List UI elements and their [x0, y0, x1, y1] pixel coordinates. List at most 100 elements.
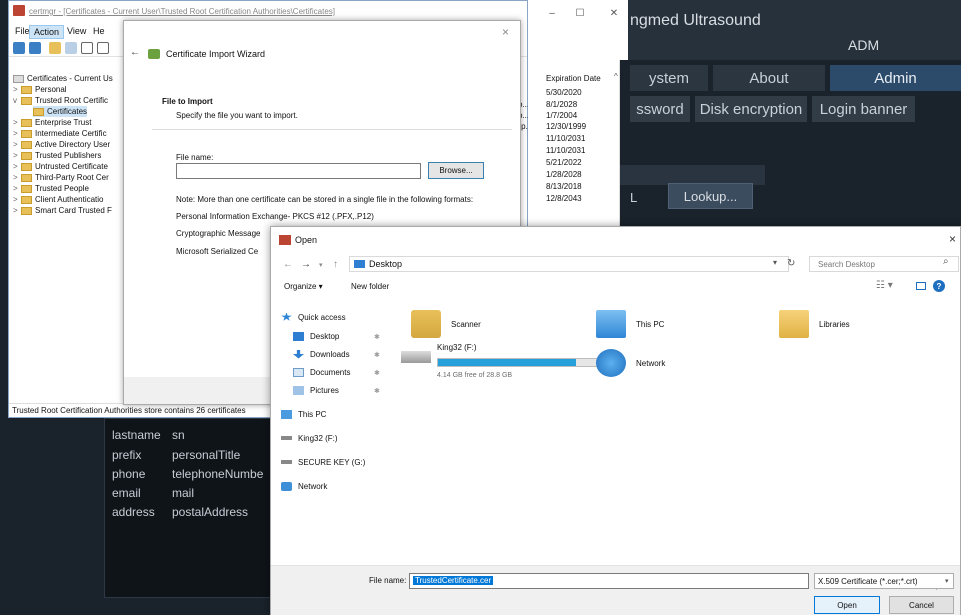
cancel-button[interactable]: Cancel [889, 596, 954, 614]
app-header [600, 0, 961, 60]
chevron-down-icon[interactable]: ▾ [773, 258, 777, 267]
item-king32-drive[interactable] [401, 351, 441, 363]
tree-item-trusted-people[interactable]: > Trusted People [13, 183, 89, 194]
menu-action[interactable]: Action [29, 25, 65, 39]
expiration-cell: 5/30/2020 [546, 88, 582, 97]
tree-item-smart-card[interactable]: > Smart Card Trusted F [13, 205, 112, 216]
help-icon[interactable]: ? [933, 280, 945, 292]
close-icon[interactable]: × [949, 232, 956, 246]
format-sst: Microsoft Serialized Ce [176, 247, 259, 256]
tree-item-untrusted[interactable]: > Untrusted Certificate [13, 161, 108, 172]
download-icon [293, 349, 304, 359]
menu-view[interactable]: View [63, 25, 90, 37]
up-arrow-icon[interactable]: ↑ [333, 259, 338, 270]
item-this-pc[interactable]: This PC [596, 310, 664, 338]
close-icon[interactable]: ✕ [606, 6, 622, 20]
tree-item-active-directory[interactable]: > Active Directory User [13, 139, 110, 150]
subtab-login-banner[interactable]: Login banner [812, 96, 915, 122]
expiration-column: Expiration Date ^ 5/30/2020 8/1/2028 1/7… [528, 60, 620, 230]
forward-arrow-icon[interactable]: → [301, 259, 311, 270]
properties-icon[interactable] [97, 42, 109, 54]
show-tree-icon[interactable] [65, 42, 77, 54]
star-icon [281, 312, 292, 321]
column-header-expiration[interactable]: Expiration Date [546, 74, 601, 83]
file-name-input[interactable] [176, 163, 421, 179]
preview-pane-icon[interactable] [916, 282, 926, 290]
back-arrow-icon[interactable] [13, 42, 25, 54]
format-pfx: Personal Information Exchange- PKCS #12 … [176, 212, 374, 221]
nav-this-pc[interactable]: This PC [281, 407, 326, 421]
nav-king32-drive[interactable]: King32 (F:) [281, 431, 338, 445]
tree-item-client-auth[interactable]: > Client Authenticatio [13, 194, 104, 205]
up-folder-icon[interactable] [49, 42, 61, 54]
forward-arrow-icon[interactable] [29, 42, 41, 54]
file-type-select[interactable]: X.509 Certificate (*.cer;*.crt) ▾ [814, 573, 954, 589]
nav-quick-access[interactable]: Quick access [281, 310, 346, 324]
back-arrow-icon[interactable]: ← [130, 47, 140, 58]
recent-locations-icon[interactable]: ▾ [319, 261, 323, 269]
subtab-password[interactable]: ssword [630, 96, 690, 122]
refresh-icon[interactable]: ↻ [787, 258, 795, 269]
folder-icon [21, 184, 32, 193]
tab-admin[interactable]: Admin [830, 65, 961, 91]
command-bar: Organize ▾ New folder ☷ ▾ ? [271, 277, 960, 297]
dialog-app-icon [279, 235, 291, 245]
file-name-input[interactable]: TrustedCertificate.cer ▾ [409, 573, 939, 592]
minimize-icon[interactable]: – [544, 6, 560, 20]
file-name-label: File name: [369, 576, 407, 585]
tab-about[interactable]: About [713, 65, 825, 91]
mapping-row-phone: phone telephoneNumbe [112, 467, 264, 481]
browse-button[interactable]: Browse... [428, 162, 484, 179]
chevron-down-icon[interactable]: ▾ [945, 577, 949, 585]
file-name-value[interactable]: TrustedCertificate.cer [413, 576, 494, 585]
folder-icon [21, 129, 32, 138]
maximize-icon[interactable]: ☐ [572, 6, 588, 20]
certificate-icon [13, 74, 24, 83]
tree-item-third-party[interactable]: > Third-Party Root Cer [13, 172, 109, 183]
scroll-up-icon[interactable]: ^ [614, 72, 618, 81]
drive-usage-bar [437, 358, 599, 367]
nav-downloads[interactable]: Downloads [293, 347, 350, 361]
tree-item-trusted-root[interactable]: v Trusted Root Certific [13, 95, 108, 106]
wizard-subheading: Specify the file you want to import. [176, 111, 298, 120]
tab-system[interactable]: ystem [630, 65, 708, 91]
tree-item-personal[interactable]: > Personal [13, 84, 67, 95]
tree-item-trusted-publishers[interactable]: > Trusted Publishers [13, 150, 101, 161]
menu-help[interactable]: He [89, 25, 109, 37]
tree-item-enterprise-trust[interactable]: > Enterprise Trust [13, 117, 91, 128]
search-input[interactable]: Search Desktop [809, 256, 959, 272]
nav-network[interactable]: Network [281, 479, 327, 493]
nav-secure-key-drive[interactable]: SECURE KEY (G:) [281, 455, 365, 469]
open-button[interactable]: Open [814, 596, 880, 614]
item-scanner[interactable]: Scanner [411, 310, 481, 338]
expiration-cell: 1/7/2004 [546, 111, 578, 120]
lookup-button[interactable]: Lookup... [668, 183, 753, 209]
address-segment[interactable]: Desktop [369, 259, 402, 269]
new-folder-button[interactable]: New folder [351, 282, 389, 291]
drive-icon [281, 460, 292, 464]
tree-item-certificates[interactable]: Certificates [33, 106, 88, 117]
network-icon [281, 481, 292, 491]
tree-item-root[interactable]: Certificates - Current Us [13, 73, 113, 84]
view-options-icon[interactable]: ☷ ▾ [876, 280, 893, 291]
desktop-folder-icon [354, 260, 365, 268]
close-icon[interactable]: × [502, 25, 509, 39]
nav-documents[interactable]: Documents [293, 365, 350, 379]
item-libraries[interactable]: Libraries [779, 310, 850, 338]
pin-icon[interactable]: ✱ [374, 387, 380, 395]
subtab-disk-encryption[interactable]: Disk encryption [695, 96, 807, 122]
back-arrow-icon[interactable]: ← [283, 259, 293, 270]
item-network[interactable]: Network [596, 349, 665, 377]
address-bar[interactable]: Desktop [349, 256, 789, 272]
nav-desktop[interactable]: Desktop [293, 329, 339, 343]
mapping-row-address: address postalAddress [112, 505, 249, 519]
pin-icon[interactable]: ✱ [374, 351, 380, 359]
copy-icon[interactable] [81, 42, 93, 54]
pin-icon[interactable]: ✱ [374, 333, 380, 341]
organize-button[interactable]: Organize ▾ [284, 282, 323, 291]
tree-item-intermediate[interactable]: > Intermediate Certific [13, 128, 107, 139]
nav-pictures[interactable]: Pictures [293, 383, 339, 397]
mapping-row-email: email mail [112, 486, 195, 500]
search-icon[interactable]: ⌕ [943, 256, 949, 267]
pin-icon[interactable]: ✱ [374, 369, 380, 377]
